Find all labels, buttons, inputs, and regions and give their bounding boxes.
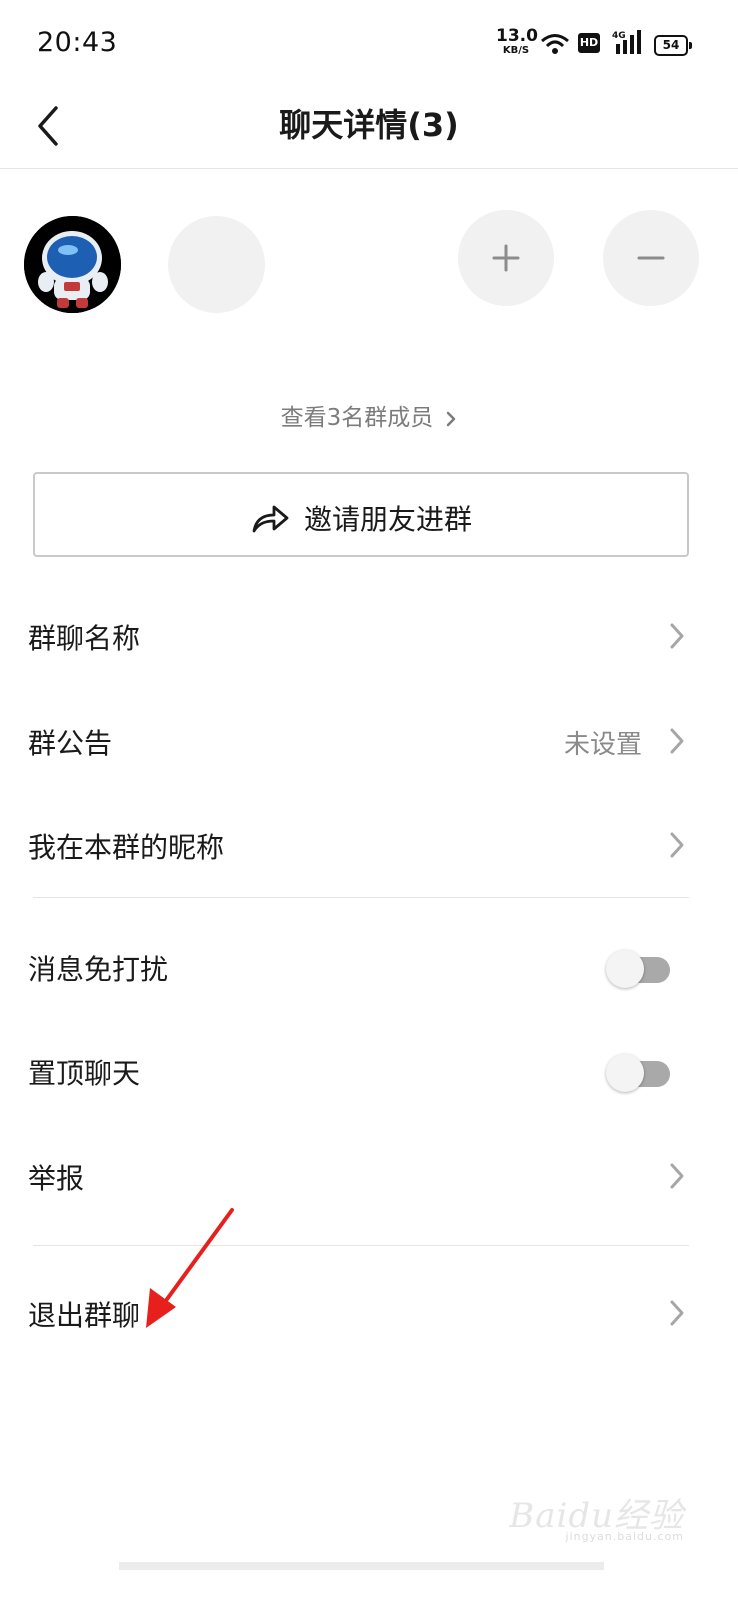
home-indicator[interactable] [119,1562,604,1570]
invite-friends-button[interactable]: 邀请朋友进群 [33,472,689,557]
announcement-value: 未设置 [563,730,642,760]
chevron-right-icon [670,623,684,649]
row-report[interactable]: 举报 [0,1125,738,1229]
minus-icon [637,256,665,260]
toggle-knob [606,1054,644,1092]
toggle-knob [606,950,644,988]
row-group-name[interactable]: 群聊名称 [0,585,738,689]
plus-icon [492,244,520,272]
page-title: 聊天详情(3) [279,106,459,144]
network-speed-unit: KB/S [502,45,530,56]
chevron-right-icon [670,1163,684,1189]
network-speed: 13.0 KB/S [496,26,538,56]
hd-badge: HD [578,33,600,53]
status-bar: 20:43 13.0 KB/S HD 4G 54 [0,0,738,88]
battery-icon: 54 [654,35,692,56]
leave-group-label: 退出群聊 [28,1299,141,1332]
member-avatar-placeholder[interactable] [168,216,265,313]
signal-icon [616,30,641,54]
view-members-link[interactable]: 查看3名群成员 [0,398,738,432]
row-my-nickname[interactable]: 我在本群的昵称 [0,794,738,898]
section-divider [33,897,689,898]
section-divider [33,1245,689,1246]
chevron-right-icon [670,728,684,754]
status-time: 20:43 [37,27,118,58]
astronaut-avatar-icon [24,216,121,313]
pin-label: 置顶聊天 [28,1057,141,1090]
my-nickname-label: 我在本群的昵称 [28,831,225,864]
nav-bar: 聊天详情(3) [0,88,738,169]
add-member-button[interactable] [458,210,554,306]
network-speed-value: 13.0 [496,26,538,46]
row-mute-notifications: 消息免打扰 [0,916,738,1020]
pin-toggle[interactable] [606,1054,670,1092]
row-pin-chat: 置顶聊天 [0,1020,738,1124]
announcement-label: 群公告 [28,727,113,760]
report-label: 举报 [28,1162,85,1195]
share-icon [252,505,289,533]
wifi-icon [541,34,569,54]
group-name-label: 群聊名称 [28,622,141,655]
watermark-url: jingyan.baidu.com [565,1530,684,1543]
invite-label: 邀请朋友进群 [303,503,472,536]
baidu-watermark: Baidu经验 jingyan.baidu.com [509,1488,684,1543]
chevron-right-icon [670,1300,684,1326]
view-members-label: 查看3名群成员 [280,405,434,431]
mute-toggle[interactable] [606,950,670,988]
remove-member-button[interactable] [603,210,699,306]
row-group-announcement[interactable]: 群公告 未设置 [0,690,738,794]
mute-label: 消息免打扰 [28,953,169,986]
chevron-right-icon [670,832,684,858]
member-avatar[interactable] [24,216,121,313]
row-leave-group[interactable]: 退出群聊 [0,1262,738,1366]
chevron-right-icon [447,411,456,426]
